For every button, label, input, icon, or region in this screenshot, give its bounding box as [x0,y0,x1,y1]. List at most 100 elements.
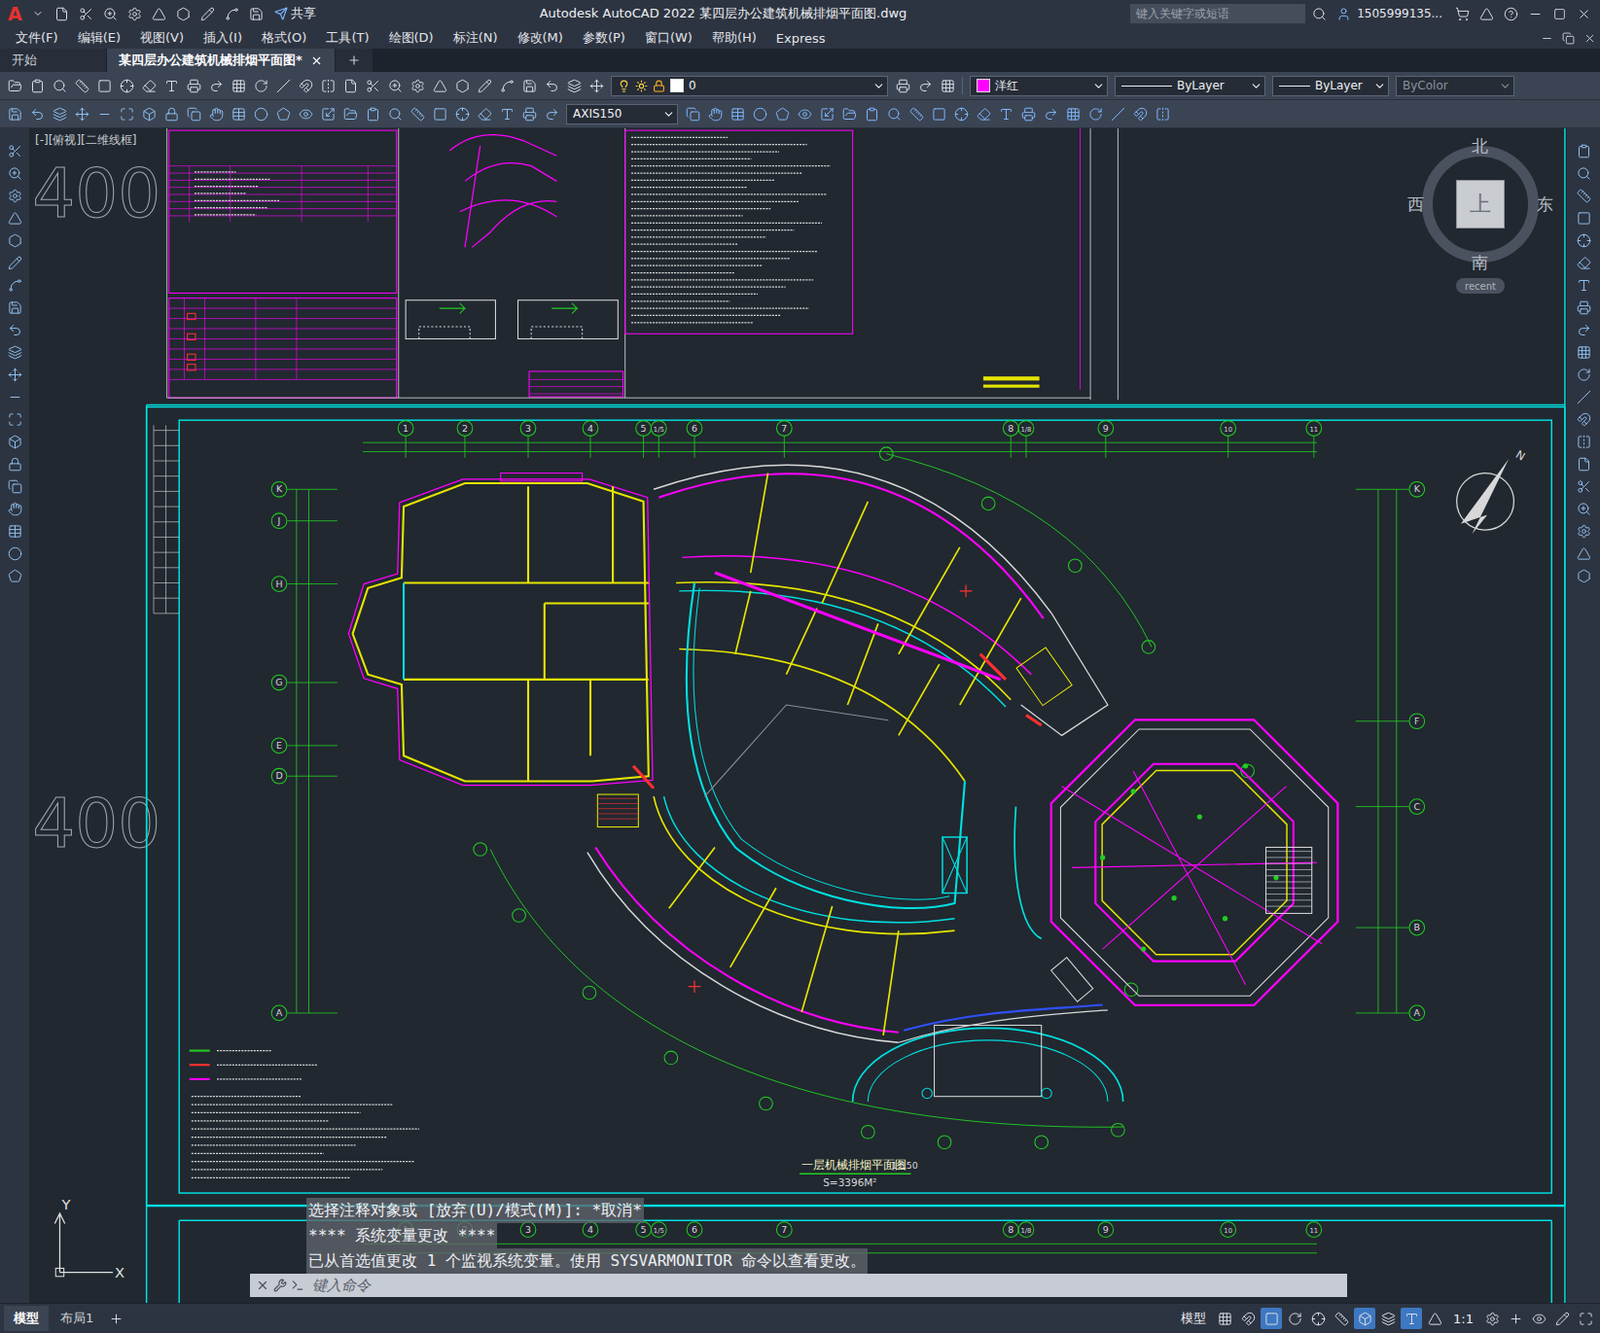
pan-icon[interactable] [3,497,26,520]
rectangle-icon[interactable] [93,74,115,97]
zoom-icon[interactable] [3,162,26,184]
circle-icon[interactable] [3,542,26,565]
ruler-icon[interactable] [905,103,927,125]
search-icon[interactable] [1308,2,1330,25]
workspace-icon[interactable] [1481,1308,1503,1330]
layout-tab[interactable]: 布局1 [50,1306,104,1332]
rotate-icon[interactable] [1572,363,1595,386]
annotation-scale[interactable]: 1:1 [1447,1312,1480,1327]
settings-icon[interactable] [1572,520,1595,542]
annotation-icon[interactable] [1400,1308,1423,1330]
viewcube-face[interactable]: 上 [1456,179,1505,229]
model-space[interactable]: 400400123451/56781/891011KJHGEDAKFCBAN一层… [29,128,1567,1304]
polygon-icon[interactable] [272,103,294,125]
slash-icon[interactable] [272,74,294,97]
grid-icon[interactable] [227,74,249,97]
file-icon[interactable] [51,2,73,25]
maximize-icon[interactable] [115,103,138,125]
selection-icon[interactable] [1353,1308,1376,1330]
menu-item[interactable]: 编辑(E) [68,29,131,47]
layout-tab[interactable]: 模型 [3,1306,49,1332]
menu-item[interactable]: 视图(V) [130,29,194,47]
menu-item[interactable]: 文件(F) [5,29,69,47]
triangle-icon[interactable] [148,2,171,25]
redo-icon[interactable] [205,74,227,97]
user-icon[interactable] [1332,2,1354,25]
copy-icon[interactable] [3,475,26,498]
settings-icon[interactable] [124,2,146,25]
clipboard-icon[interactable] [361,103,384,125]
menu-item[interactable]: 插入(I) [193,29,252,47]
eye-icon[interactable] [793,103,816,125]
folder-icon[interactable] [3,74,26,97]
line-icon[interactable] [3,386,26,408]
zoom-icon[interactable] [100,2,122,25]
layer-dropdown[interactable]: 0 [610,75,889,97]
scissors-icon[interactable] [3,140,26,162]
help-icon[interactable] [1499,2,1522,25]
snap-icon[interactable] [1237,1308,1259,1330]
transparency-icon[interactable] [1377,1308,1399,1330]
polygon-icon[interactable] [3,565,26,587]
move-icon[interactable] [585,74,607,97]
polygon-icon[interactable] [771,103,793,125]
folder-icon[interactable] [838,103,860,125]
menu-item[interactable]: 绘图(D) [379,29,444,47]
grid-icon[interactable] [1213,1308,1236,1330]
document-tab[interactable]: 某四层办公建筑机械排烟平面图* [106,48,336,72]
compass-north[interactable]: 北 [1471,138,1489,155]
undo-icon[interactable] [540,74,563,97]
text-icon[interactable] [1572,274,1595,296]
menu-item[interactable]: 格式(O) [251,29,317,47]
new-tab-button[interactable] [335,48,374,72]
eraser-icon[interactable] [972,103,995,125]
search-icon[interactable] [384,103,406,125]
layers-icon[interactable] [48,103,71,125]
linetype-dropdown[interactable]: ByLayer [1114,75,1266,97]
menu-item[interactable]: 修改(M) [507,29,573,47]
osnap-icon[interactable] [1307,1308,1329,1330]
redo-icon[interactable] [1572,319,1595,341]
file-icon[interactable] [1572,453,1595,475]
pan-icon[interactable] [205,103,227,125]
polar-icon[interactable] [1283,1308,1306,1330]
mirror-icon[interactable] [1572,430,1595,453]
pencil-icon[interactable] [3,251,26,274]
zoom-icon[interactable] [384,74,406,97]
text-icon[interactable] [160,74,182,97]
settings-icon[interactable] [3,184,26,207]
box-icon[interactable] [3,430,26,453]
compass-east[interactable]: 东 [1536,196,1554,214]
grid-icon[interactable] [936,74,959,97]
scale-icon[interactable] [317,103,339,125]
ruler-icon[interactable] [71,74,93,97]
triangle-icon[interactable] [428,74,451,97]
wrench-icon[interactable] [273,1279,287,1293]
move-icon[interactable] [71,103,93,125]
autodesk-icon[interactable] [1475,2,1497,25]
plotstyle-dropdown[interactable]: ByColor [1395,75,1515,97]
menu-item[interactable]: 窗口(W) [635,29,703,47]
grid-icon[interactable] [1572,341,1595,363]
rectangle-icon[interactable] [1572,207,1595,229]
color-dropdown[interactable]: 洋红 [969,75,1108,97]
move-icon[interactable] [3,363,26,386]
hardware-icon[interactable] [1551,1308,1573,1330]
minimize-icon[interactable] [1524,2,1546,25]
triangle-icon[interactable] [3,207,26,229]
hexagon-icon[interactable] [3,229,26,251]
app-logo[interactable]: A [5,2,25,25]
doc-minimize-icon[interactable] [1535,27,1558,49]
viewport-controls[interactable]: [-][俯视][二维线框] [35,132,137,149]
printer-icon[interactable] [1017,103,1039,125]
copy-icon[interactable] [681,103,704,125]
snap-icon[interactable] [1572,408,1595,430]
eraser-icon[interactable] [1572,251,1595,274]
save-icon[interactable] [3,296,26,319]
text-icon[interactable] [496,103,518,125]
lineweight-icon[interactable] [1330,1308,1352,1330]
rotate-icon[interactable] [249,74,272,97]
doc-restore-icon[interactable] [1557,27,1579,49]
maximize-icon[interactable] [1548,2,1570,25]
eraser-icon[interactable] [138,74,160,97]
